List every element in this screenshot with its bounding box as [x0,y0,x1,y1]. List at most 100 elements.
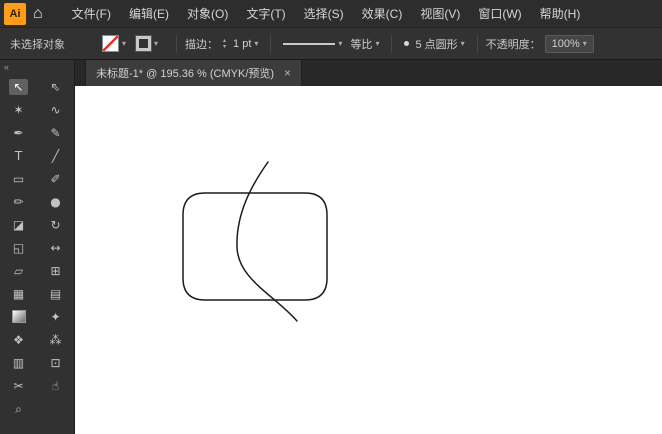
tool-type[interactable]: T [0,144,37,167]
width-profile-value: 等比 [350,38,373,51]
tool-rotate[interactable]: ↻ [37,213,74,236]
curve-path-shape[interactable] [236,161,298,322]
tool-free-transform[interactable]: ▱ [0,259,37,282]
chevron-down-icon: ▾ [122,39,127,48]
tool-column-graph[interactable]: ▥ [0,351,37,374]
tool-rectangle[interactable]: ▭ [0,167,37,190]
menu-type[interactable]: 文字(T) [237,5,294,22]
tool-mesh[interactable]: ▤ [37,282,74,305]
tool-eyedropper[interactable]: ✦ [37,305,74,328]
scale-tool-icon: ◱ [12,240,25,255]
width-profile-select[interactable]: 等比 ▾ [346,34,383,54]
canvas[interactable] [75,86,662,434]
menu-view[interactable]: 视图(V) [411,5,469,22]
slice-tool-icon: ✂ [13,378,24,393]
free-transform-tool-icon: ▱ [13,263,24,278]
separator [391,34,393,53]
home-icon[interactable]: ⌂ [33,5,43,22]
menu-effect[interactable]: 效果(C) [353,5,412,22]
chevron-down-icon: ▾ [254,39,259,48]
perspective-grid-tool-icon: ▦ [12,286,25,301]
document-tab[interactable]: 未标题-1* @ 195.36 % (CMYK/预览) × [85,60,303,86]
hand-tool-icon: ☝ [51,378,60,393]
tool-gradient[interactable] [0,305,37,328]
brush-definition-select[interactable]: 5 点圆形 ▾ [400,34,468,54]
tab-title: 未标题-1* @ 195.36 % (CMYK/预览) [96,68,275,80]
tools-panel: « ↖ ⇖ ✶ ∿ ✒ ✎ T ╱ ▭ ✐ ✏ ● ◪ ↻ ◱ ↔ ▱ ⊞ ▦ … [0,60,75,434]
tool-width[interactable]: ↔ [37,236,74,259]
tool-artboard[interactable]: ⊡ [37,351,74,374]
stroke-swatch-icon [135,35,153,52]
collapse-panel-icon[interactable]: « [4,62,9,72]
menu-file[interactable]: 文件(F) [63,5,120,22]
menu-bar: Ai ⌂ 文件(F) 编辑(E) 对象(O) 文字(T) 选择(S) 效果(C)… [0,0,662,28]
stroke-profile-select[interactable]: ▾ [279,37,346,50]
tool-blob-brush[interactable]: ● [37,190,74,213]
magic-wand-tool-icon: ✶ [13,102,24,117]
document-area: 未标题-1* @ 195.36 % (CMYK/预览) × [75,60,662,434]
gradient-tool-icon [11,310,26,323]
step-down-icon: ▾ [223,43,227,50]
chevron-down-icon: ▾ [582,39,587,48]
selection-status: 未选择对象 [10,38,65,51]
tool-blend[interactable]: ❖ [0,328,37,351]
close-icon[interactable]: × [284,66,291,80]
line-segment-tool-icon: ╱ [51,148,60,163]
rectangle-tool-icon: ▭ [12,171,25,186]
tool-perspective-grid[interactable]: ▦ [0,282,37,305]
column-graph-tool-icon: ▥ [12,355,25,370]
tool-pen[interactable]: ✒ [0,121,37,144]
stroke-width-stepper[interactable]: ▴ ▾ [223,38,226,50]
menu-window[interactable]: 窗口(W) [469,5,530,22]
main-menus: 文件(F) 编辑(E) 对象(O) 文字(T) 选择(S) 效果(C) 视图(V… [63,5,590,22]
tool-line-segment[interactable]: ╱ [37,144,74,167]
opacity-select[interactable]: 100% ▾ [544,34,594,53]
menu-help[interactable]: 帮助(H) [531,5,590,22]
tool-symbol-sprayer[interactable]: ⁂ [37,328,74,351]
direct-selection-tool-icon: ⇖ [50,79,61,94]
tool-magic-wand[interactable]: ✶ [0,98,37,121]
tool-hand[interactable]: ☝ [37,374,74,397]
artboard-tool-icon: ⊡ [50,355,61,370]
tool-selection[interactable]: ↖ [0,75,37,98]
menu-select[interactable]: 选择(S) [295,5,353,22]
brush-preview-dot-icon [404,41,410,46]
pencil-tool-icon: ✏ [13,194,24,209]
tool-eraser[interactable]: ◪ [0,213,37,236]
tool-pencil[interactable]: ✏ [0,190,37,213]
tool-direct-selection[interactable]: ⇖ [37,75,74,98]
separator [476,34,478,53]
menu-object[interactable]: 对象(O) [178,5,237,22]
stroke-width-value: 1 pt [233,37,252,50]
eyedropper-tool-icon: ✦ [50,309,61,324]
tool-slice[interactable]: ✂ [0,374,37,397]
eraser-tool-icon: ◪ [12,217,25,232]
tool-zoom[interactable]: ⌕ [0,397,37,420]
type-tool-icon: T [14,148,23,163]
fill-none-swatch-icon [102,35,119,52]
rounded-rectangle-shape[interactable] [182,192,328,301]
symbol-sprayer-tool-icon: ⁂ [49,332,62,347]
brush-definition-value: 5 点圆形 [415,38,458,51]
artwork-layer [182,161,328,322]
fill-color-control[interactable]: ▾ [102,35,126,52]
shape-builder-tool-icon: ⊞ [50,263,61,278]
tool-lasso[interactable]: ∿ [37,98,74,121]
width-tool-icon: ↔ [50,240,61,255]
chevron-down-icon: ▾ [154,39,159,48]
stroke-color-control[interactable]: ▾ [135,35,159,52]
stroke-width-select[interactable]: 1 pt ▾ [229,36,262,52]
control-bar: 未选择对象 ▾ ▾ 描边： ▴ ▾ 1 pt ▾ ▾ 等比 ▾ 5 点圆形 ▾ … [0,28,662,60]
tools-grid: ↖ ⇖ ✶ ∿ ✒ ✎ T ╱ ▭ ✐ ✏ ● ◪ ↻ ◱ ↔ ▱ ⊞ ▦ ▤ [0,75,74,420]
separator [270,34,272,53]
chevron-down-icon: ▾ [460,39,465,48]
blob-brush-tool-icon: ● [50,194,61,209]
tool-empty-slot [37,397,74,420]
document-tab-bar: 未标题-1* @ 195.36 % (CMYK/预览) × [75,60,662,86]
tool-scale[interactable]: ◱ [0,236,37,259]
tool-paintbrush[interactable]: ✐ [37,167,74,190]
menu-edit[interactable]: 编辑(E) [120,5,178,22]
tool-curvature[interactable]: ✎ [37,121,74,144]
tool-shape-builder[interactable]: ⊞ [37,259,74,282]
uniform-line-preview-icon [283,42,336,45]
